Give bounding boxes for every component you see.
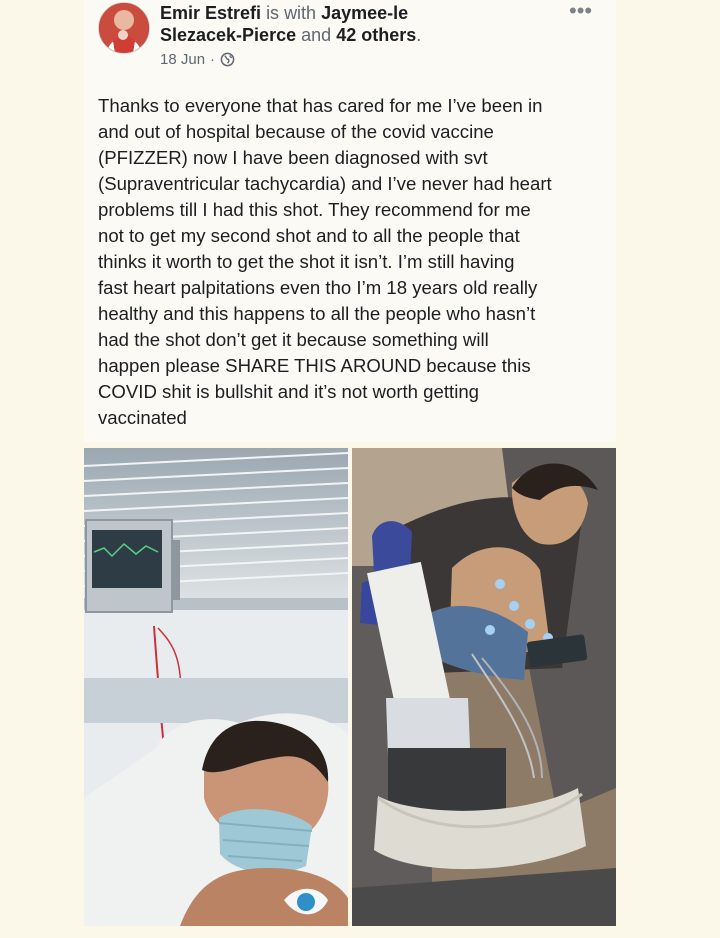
post-body-text: Thanks to everyone that has cared for me… xyxy=(98,95,552,428)
author-avatar[interactable] xyxy=(98,2,150,54)
with-label: is with xyxy=(266,3,317,23)
globe-icon[interactable] xyxy=(220,52,235,67)
and-label: and xyxy=(301,25,332,45)
hospital-bed-selfie[interactable] xyxy=(84,448,348,926)
more-options-icon[interactable]: ••• xyxy=(569,0,592,24)
post-header-line-2: Slezacek-Pierce and 42 others. xyxy=(160,24,421,46)
avatar-image xyxy=(99,3,149,53)
post-date[interactable]: 18 Jun xyxy=(160,51,205,68)
others-link[interactable]: 42 others xyxy=(336,25,416,45)
ecg-monitoring-photo[interactable] xyxy=(352,448,616,926)
post-meta: 18 Jun · xyxy=(160,51,235,68)
tagged-name-part-1[interactable]: Jaymee-le xyxy=(321,3,408,23)
header-period: . xyxy=(416,25,422,45)
post-header-line-1: Emir Estrefi is with Jaymee-le xyxy=(160,2,408,24)
hospital-bed-selfie-image xyxy=(84,448,348,926)
author-name[interactable]: Emir Estrefi xyxy=(160,3,261,23)
ecg-monitoring-photo-image xyxy=(352,448,616,926)
tagged-name-part-2[interactable]: Slezacek-Pierce xyxy=(160,25,296,45)
meta-separator: · xyxy=(210,51,216,68)
